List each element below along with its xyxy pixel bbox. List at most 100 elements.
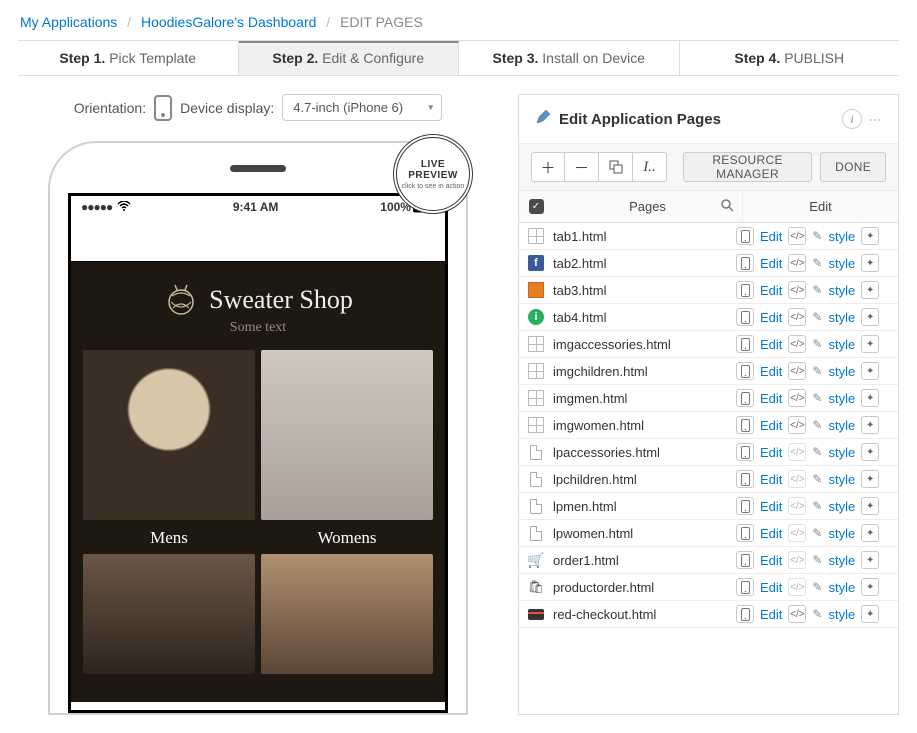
pencil-icon[interactable]: ✎ [812, 580, 822, 594]
device-preview-icon[interactable] [736, 227, 754, 245]
edit-link[interactable]: Edit [760, 445, 782, 460]
pencil-icon[interactable]: ✎ [812, 445, 822, 459]
style-link[interactable]: style [828, 310, 855, 325]
live-preview-badge[interactable]: LIVE PREVIEW click to see in action [396, 137, 470, 211]
pencil-icon[interactable]: ✎ [812, 526, 822, 540]
remove-button[interactable]: － [565, 152, 599, 182]
rename-button[interactable]: I.. [633, 152, 667, 182]
settings-icon[interactable]: ✦ [861, 335, 879, 353]
pencil-icon[interactable]: ✎ [812, 553, 822, 567]
device-preview-icon[interactable] [736, 335, 754, 353]
device-preview-icon[interactable] [736, 605, 754, 623]
settings-icon[interactable]: ✦ [861, 362, 879, 380]
pencil-icon[interactable]: ✎ [812, 418, 822, 432]
edit-link[interactable]: Edit [760, 310, 782, 325]
table-row[interactable]: tab1.htmlEdit</>✎style✦ [519, 223, 898, 250]
duplicate-button[interactable] [599, 152, 633, 182]
code-icon[interactable]: </> [788, 227, 806, 245]
info-icon[interactable]: i [842, 109, 862, 129]
wizard-step-2[interactable]: Step 2. Edit & Configure [239, 41, 460, 75]
code-icon[interactable]: </> [788, 254, 806, 272]
pencil-icon[interactable]: ✎ [812, 391, 822, 405]
edit-link[interactable]: Edit [760, 391, 782, 406]
style-link[interactable]: style [828, 445, 855, 460]
style-link[interactable]: style [828, 283, 855, 298]
device-preview-icon[interactable] [736, 524, 754, 542]
device-preview-icon[interactable] [736, 497, 754, 515]
code-icon[interactable]: </> [788, 605, 806, 623]
device-preview-icon[interactable] [736, 308, 754, 326]
orientation-portrait-icon[interactable] [154, 95, 172, 121]
style-link[interactable]: style [828, 526, 855, 541]
edit-link[interactable]: Edit [760, 499, 782, 514]
wizard-step-3[interactable]: Step 3. Install on Device [459, 41, 680, 75]
tile-children[interactable] [83, 554, 255, 674]
style-link[interactable]: style [828, 256, 855, 271]
code-icon[interactable]: </> [788, 281, 806, 299]
table-row[interactable]: imgchildren.htmlEdit</>✎style✦ [519, 358, 898, 385]
table-row[interactable]: tab3.htmlEdit</>✎style✦ [519, 277, 898, 304]
style-link[interactable]: style [828, 499, 855, 514]
code-icon[interactable]: </> [788, 362, 806, 380]
table-row[interactable]: lpchildren.htmlEdit</>✎style✦ [519, 466, 898, 493]
edit-link[interactable]: Edit [760, 580, 782, 595]
select-all-checkbox[interactable]: ✓ [519, 191, 553, 222]
settings-icon[interactable]: ✦ [861, 497, 879, 515]
table-row[interactable]: lpaccessories.htmlEdit</>✎style✦ [519, 439, 898, 466]
style-link[interactable]: style [828, 472, 855, 487]
code-icon[interactable]: </> [788, 416, 806, 434]
device-preview-icon[interactable] [736, 551, 754, 569]
style-link[interactable]: style [828, 607, 855, 622]
style-link[interactable]: style [828, 580, 855, 595]
settings-icon[interactable]: ✦ [861, 443, 879, 461]
table-row[interactable]: ftab2.htmlEdit</>✎style✦ [519, 250, 898, 277]
settings-icon[interactable]: ✦ [861, 254, 879, 272]
table-row[interactable]: 🛍productorder.htmlEdit</>✎style✦ [519, 574, 898, 601]
settings-icon[interactable]: ✦ [861, 551, 879, 569]
table-row[interactable]: red-checkout.htmlEdit</>✎style✦ [519, 601, 898, 628]
settings-icon[interactable]: ✦ [861, 470, 879, 488]
style-link[interactable]: style [828, 229, 855, 244]
pencil-icon[interactable]: ✎ [812, 229, 822, 243]
edit-link[interactable]: Edit [760, 337, 782, 352]
edit-link[interactable]: Edit [760, 418, 782, 433]
settings-icon[interactable]: ✦ [861, 416, 879, 434]
pencil-icon[interactable]: ✎ [812, 364, 822, 378]
search-icon[interactable] [721, 199, 734, 215]
tile-womens[interactable] [261, 350, 433, 520]
breadcrumb-link-dashboard[interactable]: HoodiesGalore's Dashboard [141, 14, 316, 30]
resource-manager-button[interactable]: RESOURCE MANAGER [683, 152, 812, 182]
done-button[interactable]: DONE [820, 152, 886, 182]
table-row[interactable]: imgwomen.htmlEdit</>✎style✦ [519, 412, 898, 439]
edit-link[interactable]: Edit [760, 364, 782, 379]
edit-link[interactable]: Edit [760, 256, 782, 271]
edit-link[interactable]: Edit [760, 472, 782, 487]
edit-link[interactable]: Edit [760, 229, 782, 244]
style-link[interactable]: style [828, 418, 855, 433]
more-icon[interactable]: ⋮ [868, 114, 882, 125]
table-row[interactable]: imgaccessories.htmlEdit</>✎style✦ [519, 331, 898, 358]
wizard-step-1[interactable]: Step 1. Pick Template [18, 41, 239, 75]
edit-link[interactable]: Edit [760, 283, 782, 298]
table-row[interactable]: lpmen.htmlEdit</>✎style✦ [519, 493, 898, 520]
edit-link[interactable]: Edit [760, 526, 782, 541]
pencil-icon[interactable]: ✎ [812, 337, 822, 351]
breadcrumb-link-apps[interactable]: My Applications [20, 14, 117, 30]
wizard-step-4[interactable]: Step 4. PUBLISH [680, 41, 900, 75]
device-preview-icon[interactable] [736, 281, 754, 299]
tile-accessories[interactable] [261, 554, 433, 674]
style-link[interactable]: style [828, 553, 855, 568]
table-row[interactable]: itab4.htmlEdit</>✎style✦ [519, 304, 898, 331]
edit-link[interactable]: Edit [760, 553, 782, 568]
pencil-icon[interactable]: ✎ [812, 256, 822, 270]
settings-icon[interactable]: ✦ [861, 308, 879, 326]
settings-icon[interactable]: ✦ [861, 227, 879, 245]
settings-icon[interactable]: ✦ [861, 605, 879, 623]
pencil-icon[interactable]: ✎ [812, 283, 822, 297]
table-row[interactable]: 🛒order1.htmlEdit</>✎style✦ [519, 547, 898, 574]
code-icon[interactable]: </> [788, 335, 806, 353]
settings-icon[interactable]: ✦ [861, 389, 879, 407]
code-icon[interactable]: </> [788, 308, 806, 326]
device-preview-icon[interactable] [736, 470, 754, 488]
settings-icon[interactable]: ✦ [861, 578, 879, 596]
